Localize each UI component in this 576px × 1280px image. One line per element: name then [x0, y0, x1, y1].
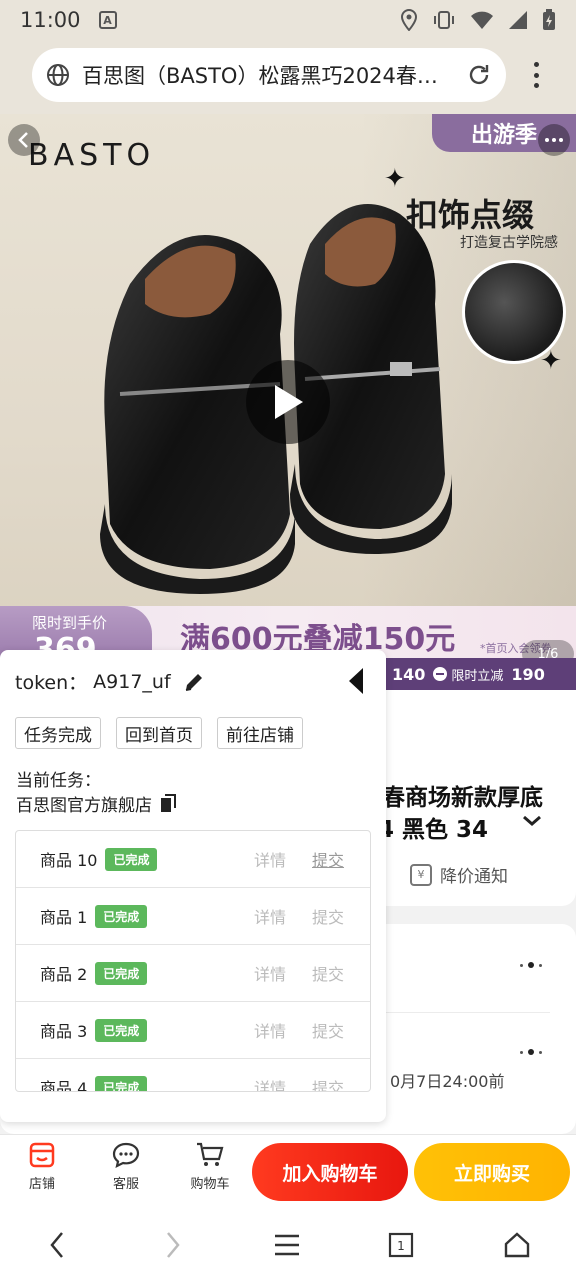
panel-button-row: 任务完成 回到首页 前往店铺: [15, 717, 303, 749]
product-hero-image[interactable]: BASTO 出游季 扣饰点缀 打造复古学院感 ✦ ✦ 限时到手价 369 满60…: [0, 114, 576, 690]
notification-a-icon: A: [98, 11, 117, 29]
location-icon: [400, 9, 418, 31]
item-name: 商品 4: [40, 1079, 88, 1092]
go-to-store-button[interactable]: 前往店铺: [217, 717, 303, 749]
vibrate-icon: [434, 11, 454, 29]
current-task-name: 百思图官方旗舰店: [16, 791, 178, 816]
menu-nav-button[interactable]: [270, 1228, 304, 1262]
item-name: 商品 2: [40, 965, 88, 984]
reload-icon[interactable]: [466, 62, 492, 88]
status-badge: 已完成: [95, 961, 148, 985]
detail-link[interactable]: 详情: [254, 1075, 286, 1091]
product-title-line2: 4 黑色 34: [378, 817, 489, 843]
store-icon: [29, 1142, 55, 1168]
gallery-back-button[interactable]: [8, 124, 40, 156]
detail-link[interactable]: 详情: [254, 847, 286, 871]
purchase-action-bar: 店铺 客服 购物车 加入购物车 立即购买: [0, 1134, 576, 1210]
gallery-more-button[interactable]: [538, 124, 570, 156]
discount-strip: 140 限时立减 190: [384, 658, 576, 690]
forward-nav-button[interactable]: [156, 1228, 190, 1262]
brand-logo: BASTO: [28, 138, 156, 173]
system-navigation-bar: 1: [0, 1210, 576, 1280]
task-panel: token： A917_uf 任务完成 回到首页 前往店铺 当前任务： 百思图官…: [0, 650, 386, 1122]
browser-menu-icon[interactable]: [525, 60, 547, 90]
status-icons: [400, 9, 556, 31]
detail-link[interactable]: 详情: [254, 904, 286, 928]
back-nav-button[interactable]: [40, 1228, 74, 1262]
strip-value: 190: [511, 664, 545, 684]
signal-icon: [509, 11, 527, 29]
globe-icon: [47, 64, 69, 86]
chevron-down-icon[interactable]: [522, 814, 542, 828]
status-badge: 已完成: [95, 1075, 148, 1091]
address-bar[interactable]: 百思图（BASTO）松露黑巧2024春…: [32, 48, 506, 102]
play-icon: [275, 385, 303, 419]
list-item: 商品 10 已完成 详情 提交: [16, 831, 370, 888]
delivery-deadline: 0月7日24:00前: [390, 1072, 505, 1091]
promo-price-label: 限时到手价: [32, 614, 108, 632]
chevron-right-icon: [167, 1232, 180, 1258]
minus-icon: [433, 667, 448, 681]
status-time: 11:00: [20, 8, 81, 32]
edit-pencil-icon[interactable]: [183, 671, 205, 693]
strip-tag: 限时立减: [451, 668, 504, 684]
cart-icon: [197, 1142, 224, 1166]
price-tag-icon: ¥: [410, 863, 432, 886]
status-badge: 已完成: [95, 1018, 148, 1042]
item-name: 商品 10: [40, 851, 98, 870]
add-to-cart-button[interactable]: 加入购物车: [252, 1143, 408, 1201]
token-row: token： A917_uf: [15, 668, 205, 695]
submit-link[interactable]: 提交: [312, 847, 344, 871]
home-icon: [504, 1232, 530, 1258]
product-task-list: 商品 10 已完成 详情 提交 商品 1 已完成 详情 提交 商品 2 已完成 …: [15, 830, 371, 1092]
submit-link[interactable]: 提交: [312, 904, 344, 928]
list-item: 商品 3 已完成 详情 提交: [16, 1002, 370, 1059]
collapse-panel-icon[interactable]: [346, 666, 366, 696]
more-dots-icon[interactable]: [520, 1049, 542, 1055]
token-value: A917_uf: [93, 670, 171, 693]
back-home-button[interactable]: 回到首页: [116, 717, 202, 749]
customer-service-button[interactable]: 客服: [96, 1141, 156, 1192]
status-badge: 已完成: [95, 904, 148, 928]
tab-count-icon: 1: [388, 1232, 414, 1258]
hamburger-icon: [275, 1234, 299, 1256]
more-dots-icon[interactable]: [520, 962, 542, 968]
store-button[interactable]: 店铺: [12, 1141, 72, 1192]
play-video-button[interactable]: [246, 360, 330, 444]
status-badge: 已完成: [105, 847, 158, 871]
battery-icon: [543, 9, 555, 30]
current-task-label: 当前任务：: [16, 771, 101, 791]
url-text: 百思图（BASTO）松露黑巧2024春…: [82, 64, 438, 88]
item-name: 商品 1: [40, 908, 88, 927]
detail-link[interactable]: 详情: [254, 1018, 286, 1042]
task-complete-button[interactable]: 任务完成: [15, 717, 101, 749]
price-alert-label: 降价通知: [440, 867, 508, 887]
price-alert-button[interactable]: ¥ 降价通知: [410, 862, 508, 887]
item-name: 商品 3: [40, 1022, 88, 1041]
chevron-left-icon: [50, 1232, 63, 1258]
status-bar: 11:00 A: [0, 0, 576, 40]
token-label: token：: [15, 672, 88, 694]
strip-price: 140: [392, 664, 426, 684]
product-title-line1: 春商场新款厚底: [382, 785, 543, 811]
list-item: 商品 4 已完成 详情 提交: [16, 1059, 370, 1092]
submit-link[interactable]: 提交: [312, 1018, 344, 1042]
list-item: 商品 2 已完成 详情 提交: [16, 945, 370, 1002]
submit-link[interactable]: 提交: [312, 1075, 344, 1091]
sparkle-icon: ✦: [540, 346, 562, 376]
hero-subline: 打造复古学院感: [460, 235, 558, 251]
wifi-icon: [471, 11, 493, 29]
svg-text:1: 1: [397, 1239, 405, 1253]
copy-icon[interactable]: [160, 793, 178, 814]
list-item: 商品 1 已完成 详情 提交: [16, 888, 370, 945]
tabs-nav-button[interactable]: 1: [384, 1228, 418, 1262]
chat-bubble-icon: [112, 1142, 140, 1169]
buy-now-button[interactable]: 立即购买: [414, 1143, 570, 1201]
chevron-left-icon: [18, 132, 28, 148]
detail-link[interactable]: 详情: [254, 961, 286, 985]
submit-link[interactable]: 提交: [312, 961, 344, 985]
home-nav-button[interactable]: [500, 1228, 534, 1262]
cart-button[interactable]: 购物车: [180, 1141, 240, 1192]
browser-toolbar: 百思图（BASTO）松露黑巧2024春…: [0, 40, 576, 114]
